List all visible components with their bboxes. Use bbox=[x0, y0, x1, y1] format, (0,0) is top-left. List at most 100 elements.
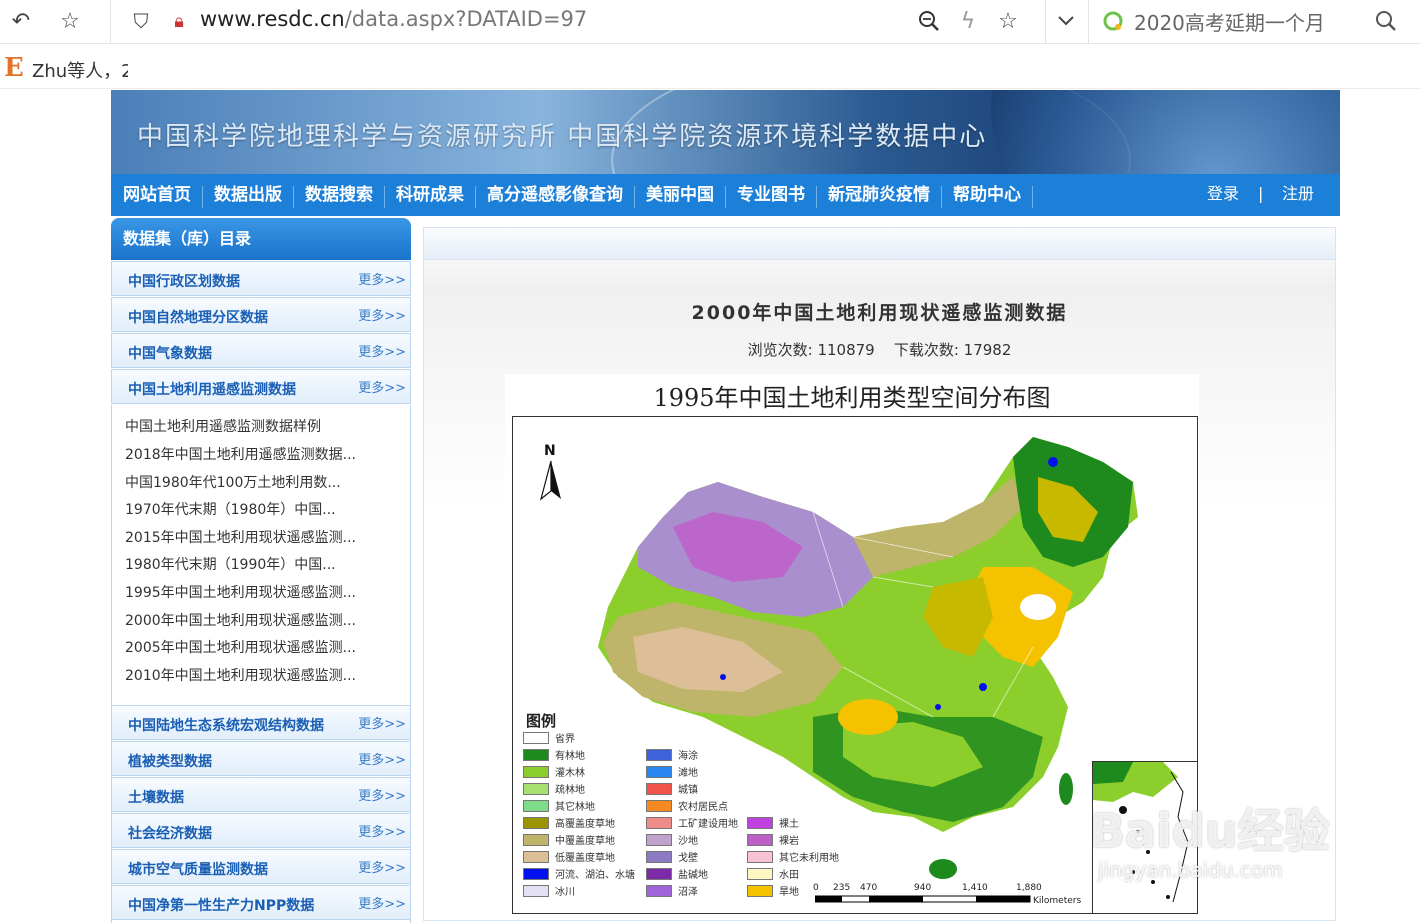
search-input[interactable]: 2020高考延期一个月 bbox=[1134, 7, 1325, 36]
legend-item: 其它林地 bbox=[523, 799, 595, 813]
list-item[interactable]: 1980年代末期（1990年）中国... bbox=[125, 554, 336, 574]
list-item[interactable]: 中国土地利用遥感监测数据样例 bbox=[125, 416, 321, 436]
scale-bar-graphic bbox=[815, 895, 1031, 903]
bookmark-item[interactable]: Zhu等人，2 bbox=[32, 57, 128, 83]
address-bar[interactable]: www.resdc.cn/data.aspx?DATAID=97 bbox=[200, 7, 587, 31]
category-label[interactable]: 中国陆地生态系统宏观结构数据 bbox=[128, 715, 324, 735]
legend-item: 灌木林 bbox=[523, 765, 585, 779]
list-item[interactable]: 2015年中国土地利用现状遥感监测... bbox=[125, 527, 356, 547]
nav-divider bbox=[634, 186, 635, 208]
category-label[interactable]: 中国净第一性生产力NPP数据 bbox=[128, 895, 314, 915]
legend-label: 疏林地 bbox=[555, 785, 585, 796]
zoom-icon[interactable] bbox=[914, 6, 944, 36]
legend-swatch bbox=[646, 765, 672, 778]
search-engine-icon bbox=[1098, 6, 1128, 36]
views-label: 浏览次数: bbox=[747, 341, 813, 359]
more-link[interactable]: 更多>> bbox=[358, 269, 406, 288]
category-label[interactable]: 中国气象数据 bbox=[128, 343, 212, 363]
browser-toolbar: ↶ ☆ ⛉ 🔒︎ www.resdc.cn/data.aspx?DATAID=9… bbox=[0, 0, 1421, 44]
nav-covid[interactable]: 新冠肺炎疫情 bbox=[828, 174, 930, 216]
legend-item: 有林地 bbox=[523, 748, 585, 762]
banner-globe-image bbox=[991, 90, 1340, 174]
legend-swatch bbox=[747, 867, 773, 880]
map-title: 1995年中国土地利用类型空间分布图 bbox=[653, 384, 1051, 412]
category-label[interactable]: 植被类型数据 bbox=[128, 751, 212, 771]
category-label[interactable]: 中国行政区划数据 bbox=[128, 271, 240, 291]
legend-label: 沙地 bbox=[678, 836, 698, 847]
category-meteorology[interactable]: 中国气象数据 更多>> bbox=[111, 333, 411, 368]
category-label[interactable]: 中国自然地理分区数据 bbox=[128, 307, 268, 327]
insecure-lock-icon[interactable]: 🔒︎ bbox=[164, 6, 194, 36]
legend-item: 水田 bbox=[747, 867, 799, 881]
legend-label: 水田 bbox=[779, 870, 799, 881]
list-item[interactable]: 1970年代末期（1980年）中国... bbox=[125, 499, 336, 519]
list-item[interactable]: 2018年中国土地利用遥感监测数据... bbox=[125, 444, 356, 464]
list-item[interactable]: 2000年中国土地利用现状遥感监测... bbox=[125, 610, 356, 630]
nav-research[interactable]: 科研成果 bbox=[396, 174, 464, 216]
nav-search[interactable]: 数据搜索 bbox=[305, 174, 373, 216]
favorite-star-icon[interactable]: ☆ bbox=[993, 6, 1023, 36]
legend-item: 省界 bbox=[523, 731, 575, 745]
list-item[interactable]: 2010年中国土地利用现状遥感监测... bbox=[125, 665, 356, 685]
more-link[interactable]: 更多>> bbox=[358, 749, 406, 768]
shield-icon[interactable]: ⛉ bbox=[126, 6, 156, 36]
more-link[interactable]: 更多>> bbox=[358, 785, 406, 804]
legend-swatch bbox=[646, 833, 672, 846]
more-link[interactable]: 更多>> bbox=[358, 305, 406, 324]
legend-swatch bbox=[646, 850, 672, 863]
legend-label: 高覆盖度草地 bbox=[555, 819, 615, 830]
category-label[interactable]: 中国土地利用遥感监测数据 bbox=[128, 379, 296, 399]
legend-swatch bbox=[523, 850, 549, 863]
category-label[interactable]: 土壤数据 bbox=[128, 787, 184, 807]
register-link[interactable]: 注册 bbox=[1282, 174, 1314, 216]
category-air-quality[interactable]: 城市空气质量监测数据 更多>> bbox=[111, 849, 411, 884]
lightning-icon[interactable]: ϟ bbox=[953, 6, 983, 36]
category-soil[interactable]: 土壤数据 更多>> bbox=[111, 777, 411, 812]
legend-label: 其它林地 bbox=[555, 802, 595, 813]
nav-beautiful-china[interactable]: 美丽中国 bbox=[646, 174, 714, 216]
legend-swatch bbox=[646, 748, 672, 761]
category-ecosystem[interactable]: 中国陆地生态系统宏观结构数据 更多>> bbox=[111, 705, 411, 740]
bookmark-star-icon[interactable]: ☆ bbox=[55, 6, 85, 36]
nav-publishing[interactable]: 数据出版 bbox=[214, 174, 282, 216]
legend-item: 海涂 bbox=[646, 748, 698, 762]
category-land-use[interactable]: 中国土地利用遥感监测数据 更多>> bbox=[111, 369, 411, 404]
legend-swatch bbox=[646, 867, 672, 880]
nav-books[interactable]: 专业图书 bbox=[737, 174, 805, 216]
banner-title: 中国科学院地理科学与资源研究所 中国科学院资源环境科学数据中心 bbox=[137, 122, 988, 152]
more-link[interactable]: 更多>> bbox=[358, 857, 406, 876]
legend-swatch bbox=[646, 799, 672, 812]
list-item[interactable]: 2005年中国土地利用现状遥感监测... bbox=[125, 637, 356, 657]
login-link[interactable]: 登录 bbox=[1207, 174, 1239, 216]
category-label[interactable]: 城市空气质量监测数据 bbox=[128, 859, 268, 879]
category-label[interactable]: 社会经济数据 bbox=[128, 823, 212, 843]
chevron-down-icon[interactable] bbox=[1051, 6, 1081, 36]
nav-home[interactable]: 网站首页 bbox=[123, 174, 191, 216]
sidebar-heading: 数据集（库）目录 bbox=[111, 218, 411, 260]
category-vegetation[interactable]: 植被类型数据 更多>> bbox=[111, 741, 411, 776]
legend-label: 戈壁 bbox=[678, 853, 698, 864]
downloads-label: 下载次数: bbox=[893, 341, 959, 359]
nav-divider bbox=[384, 186, 385, 208]
nav-imagery[interactable]: 高分遥感影像查询 bbox=[487, 174, 623, 216]
scale-tick-label: 940 bbox=[914, 883, 932, 893]
back-icon[interactable]: ↶ bbox=[6, 6, 36, 36]
list-item[interactable]: 中国1980年代100万土地利用数... bbox=[125, 472, 341, 492]
category-admin-divisions[interactable]: 中国行政区划数据 更多>> bbox=[111, 261, 411, 296]
legend-label: 冰川 bbox=[555, 887, 575, 898]
legend-swatch bbox=[747, 816, 773, 829]
more-link[interactable]: 更多>> bbox=[358, 341, 406, 360]
more-link[interactable]: 更多>> bbox=[358, 821, 406, 840]
legend-label: 农村居民点 bbox=[678, 802, 728, 813]
category-npp[interactable]: 中国净第一性生产力NPP数据 更多>> bbox=[111, 885, 411, 920]
search-icon[interactable] bbox=[1371, 6, 1401, 36]
more-link[interactable]: 更多>> bbox=[358, 377, 406, 396]
more-link[interactable]: 更多>> bbox=[358, 713, 406, 732]
list-item[interactable]: 1995年中国土地利用现状遥感监测... bbox=[125, 582, 356, 602]
more-link[interactable]: 更多>> bbox=[358, 893, 406, 912]
category-natural-regions[interactable]: 中国自然地理分区数据 更多>> bbox=[111, 297, 411, 332]
legend-swatch bbox=[523, 867, 549, 880]
category-socioeconomic[interactable]: 社会经济数据 更多>> bbox=[111, 813, 411, 848]
legend-swatch bbox=[747, 850, 773, 863]
nav-help[interactable]: 帮助中心 bbox=[953, 174, 1021, 216]
